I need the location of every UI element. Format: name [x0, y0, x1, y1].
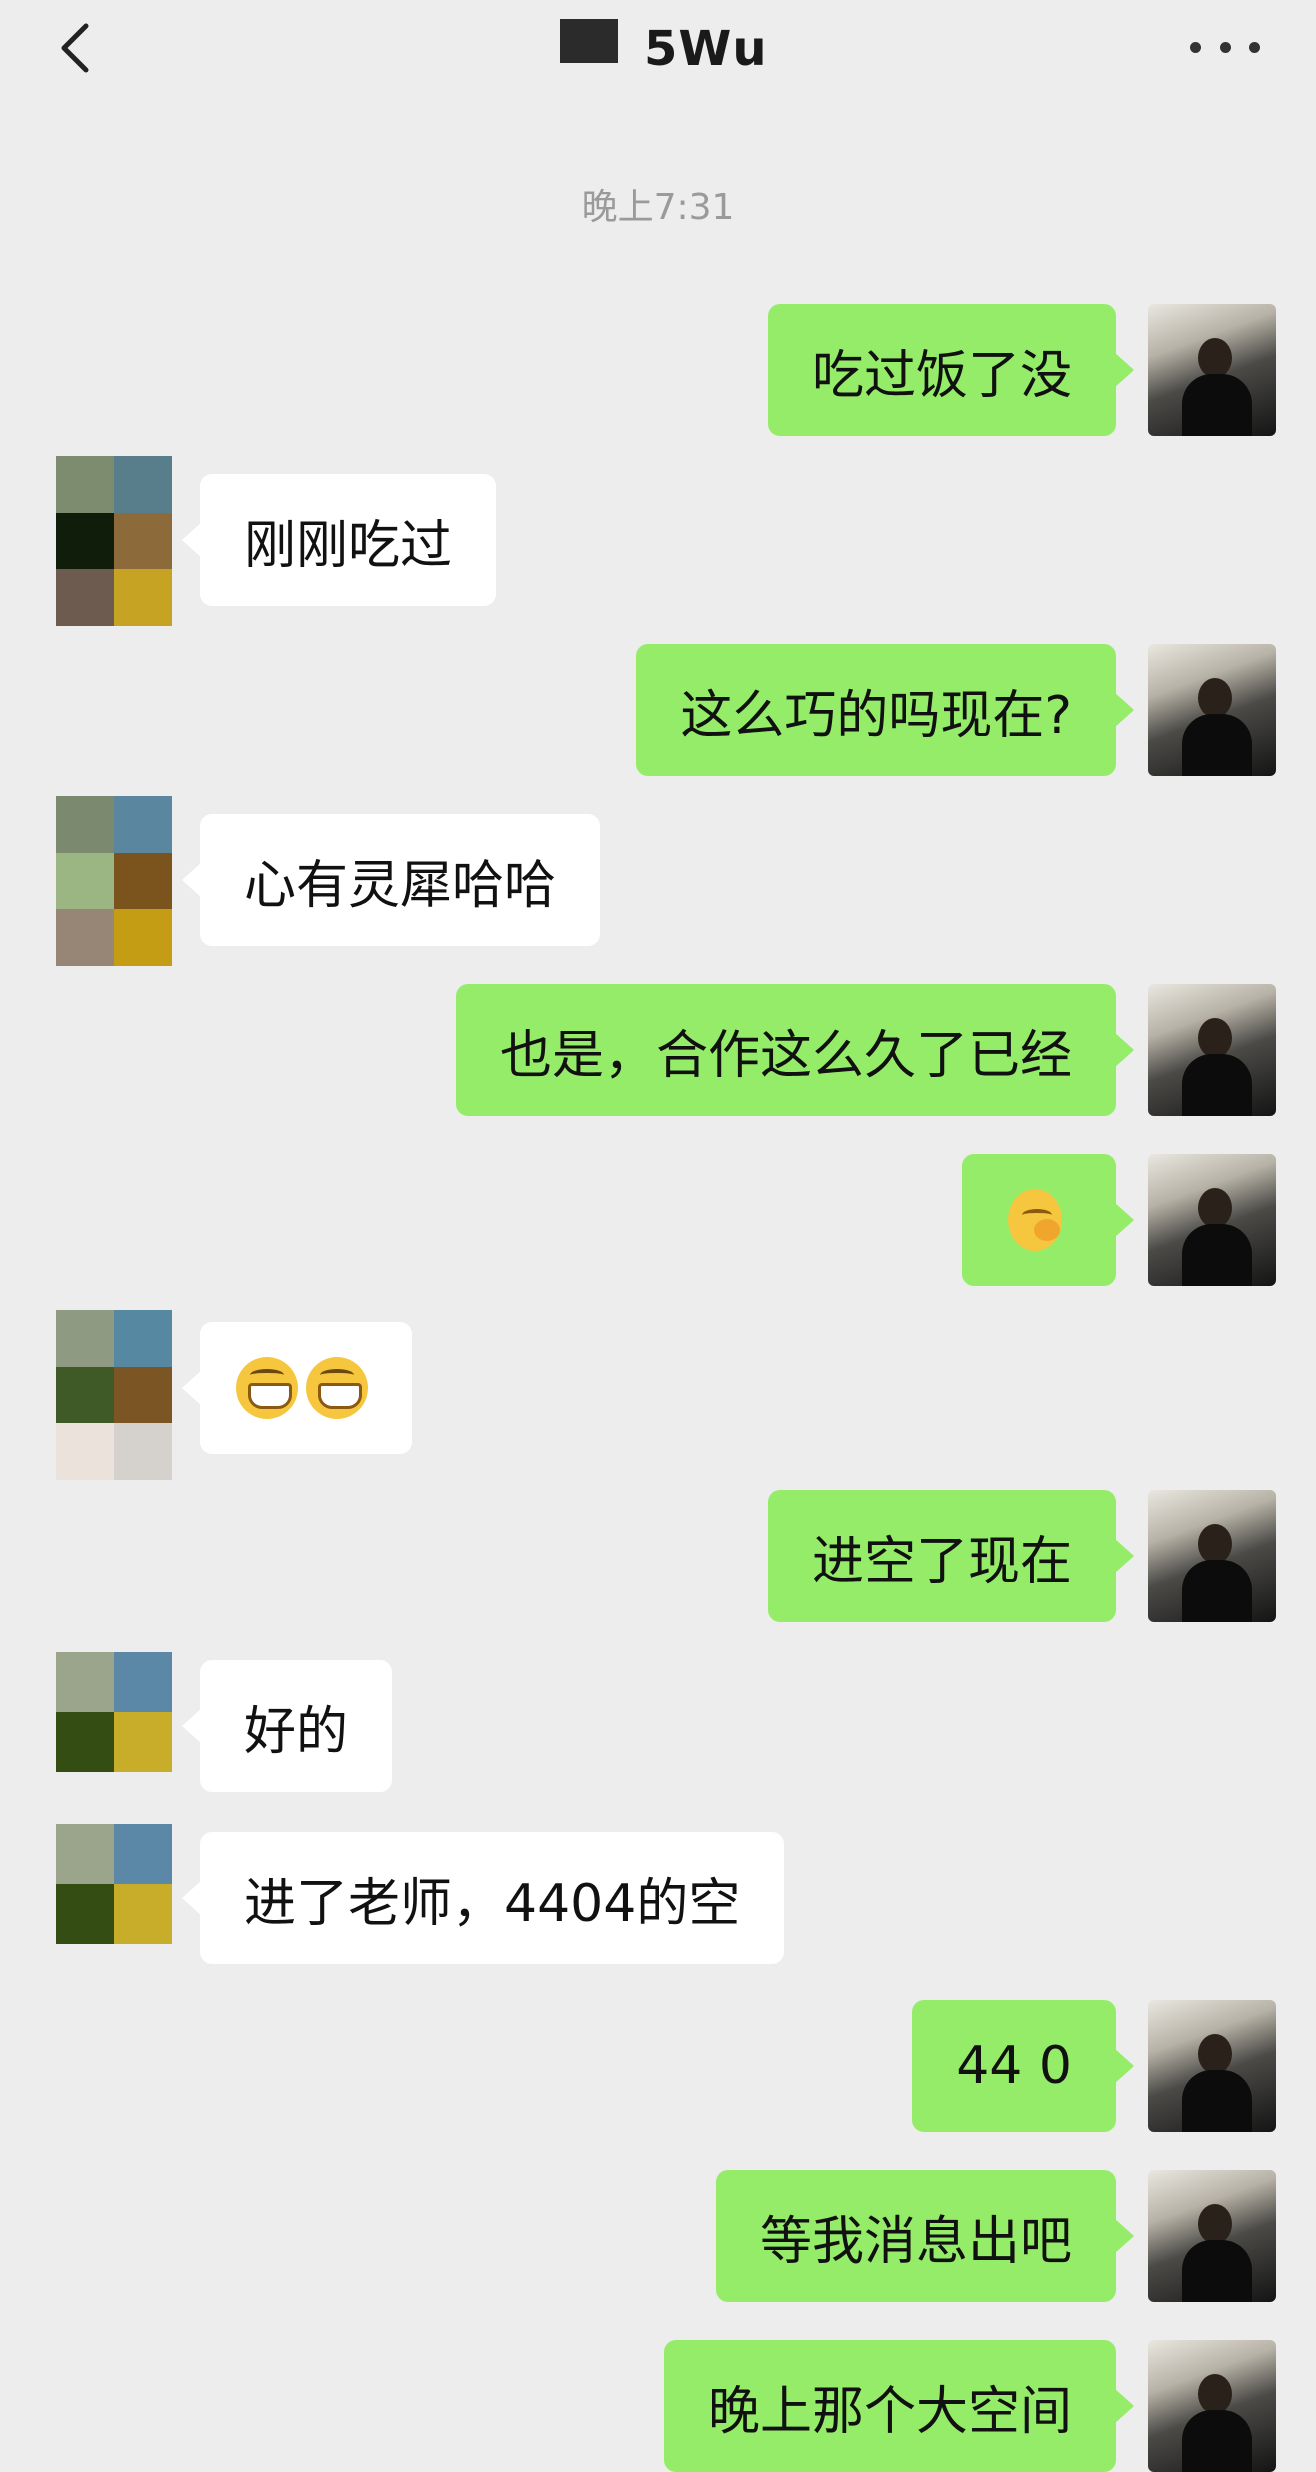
more-dot-icon	[1219, 41, 1231, 53]
self-avatar[interactable]	[1148, 644, 1276, 776]
contact-avatar[interactable]	[56, 1652, 172, 1772]
contact-avatar[interactable]	[56, 1824, 172, 1944]
message-bubble[interactable]: 吃过饭了没	[767, 304, 1135, 436]
chat-title: 5Wu	[644, 21, 768, 77]
message-bubble[interactable]: 好的	[181, 1660, 393, 1792]
message-bubble[interactable]: 也是，合作这么久了已经	[455, 984, 1135, 1116]
self-avatar[interactable]	[1148, 984, 1276, 1116]
back-button[interactable]	[48, 18, 108, 78]
more-dot-icon	[1190, 41, 1201, 53]
more-options-button[interactable]	[1190, 22, 1260, 72]
contact-avatar[interactable]	[56, 796, 172, 966]
self-avatar[interactable]	[1148, 2340, 1276, 2472]
self-avatar[interactable]	[1148, 2000, 1276, 2132]
message-bubble[interactable]: 晚上那个大空间	[663, 2340, 1135, 2472]
message-bubble[interactable]: 刚刚吃过	[181, 474, 497, 606]
emoji-message-bubble[interactable]	[182, 1322, 412, 1454]
self-avatar[interactable]	[1148, 1154, 1276, 1286]
emoji-message-bubble[interactable]	[962, 1154, 1134, 1286]
grinning-face-emoji	[306, 1357, 368, 1419]
chevron-left-icon	[61, 23, 89, 73]
message-bubble[interactable]: 这么巧的吗现在?	[636, 644, 1134, 776]
message-timestamp: 晚上7:31	[581, 187, 735, 228]
more-dot-icon	[1249, 41, 1260, 53]
hugging-face-emoji	[1008, 1189, 1062, 1251]
redaction-block	[560, 19, 618, 63]
grinning-face-emoji	[236, 1357, 298, 1419]
chat-header: 5Wu	[0, 0, 1316, 100]
contact-avatar[interactable]	[56, 1310, 172, 1480]
message-bubble[interactable]: 44 0	[912, 2000, 1134, 2132]
message-bubble[interactable]: 进空了现在	[767, 1490, 1135, 1622]
message-bubble[interactable]: 进了老师，4404的空	[181, 1832, 785, 1964]
message-bubble[interactable]: 等我消息出吧	[715, 2170, 1135, 2302]
contact-avatar[interactable]	[56, 456, 172, 626]
chat-title-area: 5Wu	[560, 14, 768, 84]
self-avatar[interactable]	[1148, 1490, 1276, 1622]
message-bubble[interactable]: 心有灵犀哈哈	[181, 814, 601, 946]
self-avatar[interactable]	[1148, 2170, 1276, 2302]
self-avatar[interactable]	[1148, 304, 1276, 436]
